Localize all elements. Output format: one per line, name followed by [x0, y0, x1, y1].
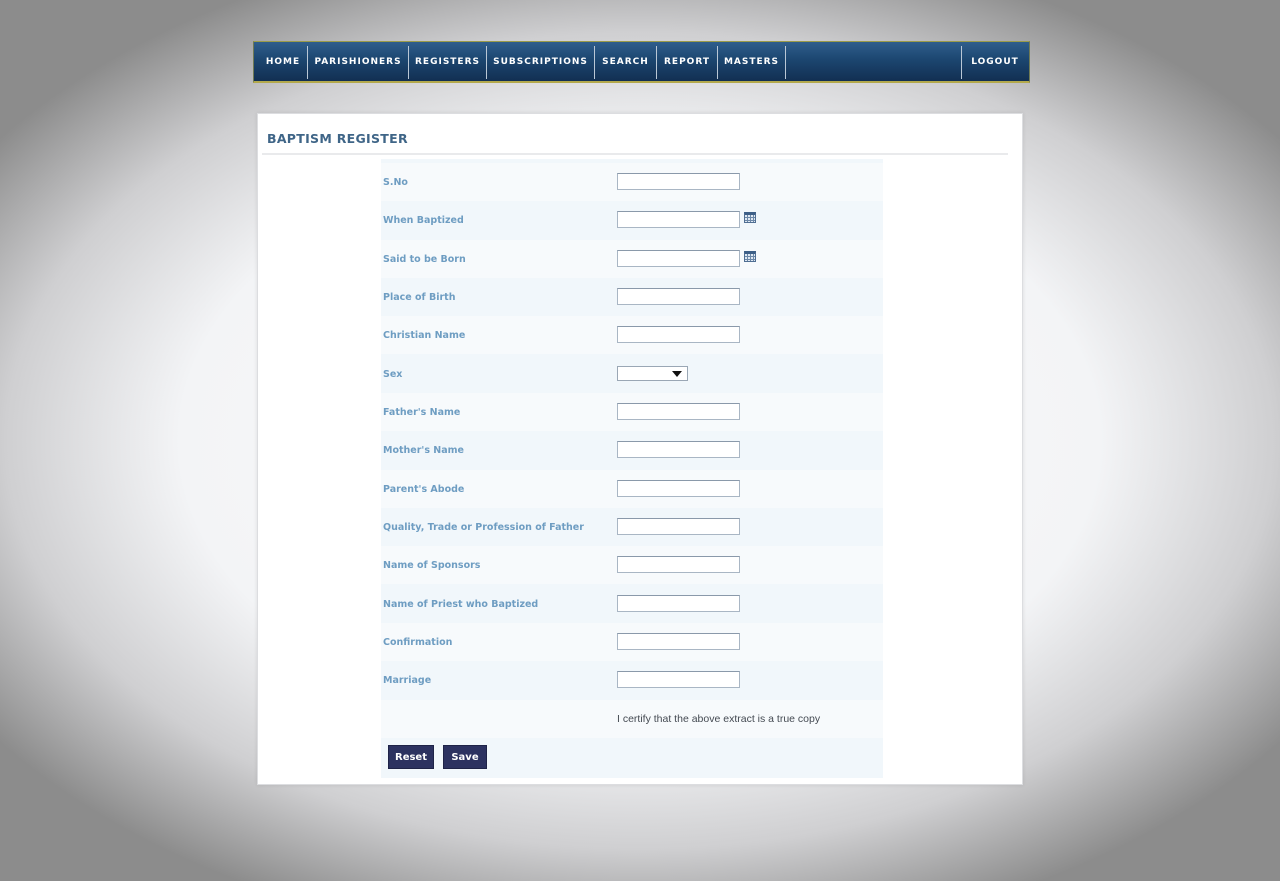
form-row-sno: S.No — [381, 163, 883, 201]
sno-label: S.No — [383, 177, 408, 188]
fathers-name-label: Father's Name — [383, 407, 461, 418]
said-to-be-born-input[interactable] — [617, 250, 740, 267]
christian-name-label: Christian Name — [383, 330, 466, 341]
title-divider — [262, 153, 1008, 155]
marriage-label: Marriage — [383, 675, 432, 686]
confirmation-label: Confirmation — [383, 637, 453, 648]
christian-name-input[interactable] — [617, 326, 740, 343]
page-title: BAPTISM REGISTER — [267, 131, 408, 146]
place-of-birth-input[interactable] — [617, 288, 740, 305]
save-button[interactable]: Save — [443, 745, 487, 769]
confirmation-input[interactable] — [617, 633, 740, 650]
marriage-input[interactable] — [617, 671, 740, 688]
certify-statement: I certify that the above extract is a tr… — [617, 713, 821, 725]
sponsors-input[interactable] — [617, 556, 740, 573]
mothers-name-input[interactable] — [617, 441, 740, 458]
form-row-said-to-be-born: Said to be Born — [381, 240, 883, 278]
fathers-name-input[interactable] — [617, 403, 740, 420]
parents-abode-input[interactable] — [617, 480, 740, 497]
calendar-icon[interactable] — [744, 251, 756, 262]
form-row-fathers-name: Father's Name — [381, 393, 883, 431]
form-row-parents-abode: Parent's Abode — [381, 470, 883, 508]
form-row-sex: Sex — [381, 355, 883, 393]
nav-home[interactable]: HOME — [258, 46, 308, 79]
form-row-priest: Name of Priest who Baptized — [381, 585, 883, 623]
when-baptized-input[interactable] — [617, 211, 740, 228]
form-row-when-baptized: When Baptized — [381, 201, 883, 239]
nav-logout[interactable]: LOGOUT — [962, 46, 1028, 79]
said-to-be-born-label: Said to be Born — [383, 254, 466, 265]
reset-button[interactable]: Reset — [388, 745, 434, 769]
form-row-christian-name: Christian Name — [381, 316, 883, 354]
form-row-father-profession: Quality, Trade or Profession of Father — [381, 508, 883, 546]
form-row-place-of-birth: Place of Birth — [381, 278, 883, 316]
priest-input[interactable] — [617, 595, 740, 612]
chevron-down-icon — [672, 371, 682, 377]
father-profession-input[interactable] — [617, 518, 740, 535]
parents-abode-label: Parent's Abode — [383, 484, 465, 495]
place-of-birth-label: Place of Birth — [383, 292, 456, 303]
father-profession-label: Quality, Trade or Profession of Father — [383, 522, 584, 533]
nav-registers[interactable]: REGISTERS — [409, 46, 486, 79]
nav-divider — [785, 46, 786, 79]
sex-label: Sex — [383, 369, 403, 380]
sno-input[interactable] — [617, 173, 740, 190]
form-row-mothers-name: Mother's Name — [381, 431, 883, 469]
nav-search[interactable]: SEARCH — [595, 46, 656, 79]
form-row-sponsors: Name of Sponsors — [381, 546, 883, 584]
priest-label: Name of Priest who Baptized — [383, 599, 539, 610]
calendar-icon[interactable] — [744, 212, 756, 223]
sponsors-label: Name of Sponsors — [383, 560, 481, 571]
nav-parishioners[interactable]: PARISHIONERS — [308, 46, 408, 79]
nav-masters[interactable]: MASTERS — [718, 46, 785, 79]
form-row-confirmation: Confirmation — [381, 623, 883, 661]
sex-select[interactable] — [617, 366, 688, 381]
baptism-register-form: S.No When Baptized Said to be Born Place… — [381, 159, 883, 778]
mothers-name-label: Mother's Name — [383, 445, 464, 456]
form-row-marriage: Marriage — [381, 661, 883, 699]
nav-report[interactable]: REPORT — [657, 46, 717, 79]
when-baptized-label: When Baptized — [383, 215, 464, 226]
main-nav: HOME PARISHIONERS REGISTERS SUBSCRIPTION… — [253, 41, 1030, 83]
nav-subscriptions[interactable]: SUBSCRIPTIONS — [487, 46, 594, 79]
